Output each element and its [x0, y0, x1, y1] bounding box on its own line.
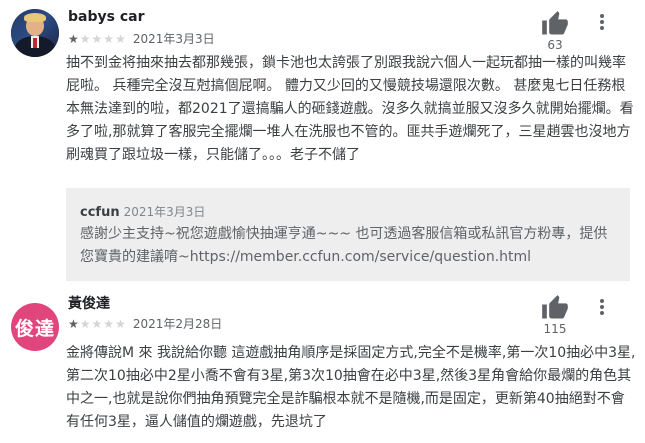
- star-icon: ★: [115, 316, 126, 331]
- reply-text: 感謝少主支持~祝您遊戲愉快抽運亨通~~~ 也可透過客服信箱或私訊官方粉專，提供您…: [80, 226, 608, 265]
- review-date: 2021年3月3日: [132, 32, 215, 46]
- star-icon: ★: [68, 31, 79, 46]
- reviewer-name: babys car: [68, 9, 145, 25]
- review-date: 2021年2月28日: [132, 317, 223, 331]
- star-icon: ★: [79, 316, 91, 331]
- reply-author: ccfun: [80, 205, 120, 220]
- star-icon: ★: [79, 31, 91, 46]
- thumbs-up-icon[interactable]: [541, 294, 569, 322]
- reply-date: 2021年3月3日: [123, 205, 206, 219]
- review-text: 金將傳說M 來 我說給你聽 這遊戲抽角順序是採固定方式,完全不是機率,第一次10…: [66, 345, 636, 430]
- like-count: 63: [547, 38, 563, 52]
- review-card: babys car ★ ★ ★ ★ ★ 2021年3月3日 63 抽不到金将抽來…: [0, 0, 645, 288]
- star-icon: ★: [68, 316, 79, 331]
- reviewer-name: 黃俊達: [68, 296, 110, 312]
- more-vert-icon[interactable]: [594, 11, 610, 33]
- star-icon: ★: [91, 316, 103, 331]
- star-icon: ★: [115, 31, 126, 46]
- star-icon: ★: [103, 31, 115, 46]
- user-avatar: 俊達: [11, 303, 59, 351]
- review-text: 抽不到金将抽來抽去都那幾張，鎖卡池也太誇張了別跟我說六個人一起玩都抽一樣的叫幾率…: [66, 55, 634, 163]
- rating-row: ★ ★ ★ ★ ★ 2021年3月3日: [68, 30, 215, 47]
- star-icon: ★: [103, 316, 115, 331]
- star-icon: ★: [91, 31, 103, 46]
- user-avatar: [11, 9, 59, 57]
- developer-reply: ccfun 2021年3月3日 感謝少主支持~祝您遊戲愉快抽運亨通~~~ 也可透…: [66, 188, 630, 281]
- review-card: 俊達 黃俊達 ★ ★ ★ ★ ★ 2021年2月28日 115 金將傳說M 來 …: [0, 288, 645, 443]
- like-count: 115: [543, 322, 567, 336]
- thumbs-up-icon[interactable]: [541, 10, 569, 38]
- rating-row: ★ ★ ★ ★ ★ 2021年2月28日: [68, 315, 222, 332]
- more-vert-icon[interactable]: [594, 296, 610, 318]
